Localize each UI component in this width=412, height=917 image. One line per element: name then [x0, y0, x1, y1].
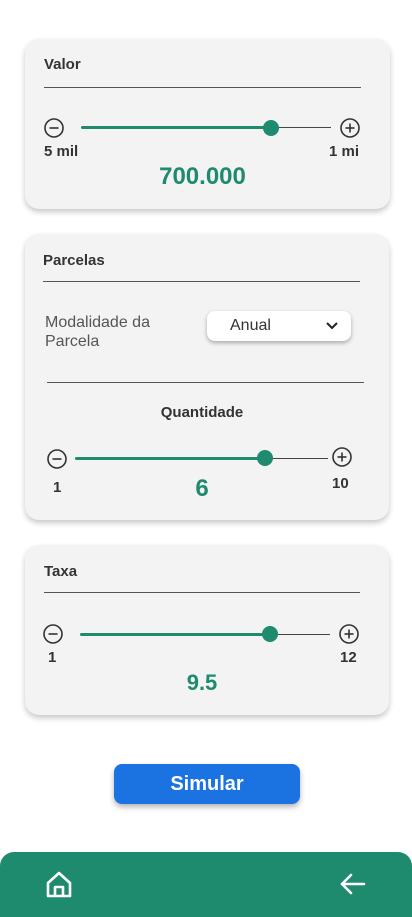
valor-decrease-icon[interactable] [43, 117, 65, 139]
quantidade-label: Quantidade [160, 404, 244, 421]
modalidade-label: Modalidade da Parcela [45, 314, 150, 350]
home-icon[interactable] [44, 869, 74, 899]
valor-slider-thumb[interactable] [263, 120, 279, 136]
valor-value: 700.000 [159, 163, 246, 190]
valor-title: Valor [44, 56, 81, 73]
valor-increase-icon[interactable] [339, 117, 361, 139]
taxa-slider-fill [80, 633, 270, 636]
quantidade-decrease-icon[interactable] [46, 448, 68, 470]
quantidade-slider-fill [75, 457, 265, 460]
parcelas-divider [43, 281, 360, 282]
valor-divider [44, 87, 361, 88]
parcelas-title: Parcelas [43, 252, 105, 269]
quantidade-value: 6 [195, 475, 209, 502]
valor-max-label: 1 mi [329, 143, 360, 160]
parcelas-card: Parcelas Modalidade da Parcela Anual Qua… [25, 234, 389, 520]
chevron-down-icon [326, 322, 338, 330]
arrow-left-icon[interactable] [338, 869, 368, 899]
modalidade-select[interactable]: Anual [207, 311, 351, 341]
valor-slider-fill [81, 126, 271, 129]
taxa-value: 9.5 [186, 670, 218, 695]
modalidade-divider [47, 382, 364, 383]
taxa-min-label: 1 [48, 649, 57, 666]
taxa-slider-thumb[interactable] [262, 626, 278, 642]
taxa-card: Taxa 1 12 9.5 [25, 545, 389, 715]
valor-card: Valor 5 mil 1 mi 700.000 [25, 39, 390, 209]
quantidade-max-label: 10 [332, 475, 349, 492]
taxa-max-label: 12 [340, 649, 357, 666]
taxa-divider [44, 592, 360, 593]
quantidade-increase-icon[interactable] [331, 446, 353, 468]
modalidade-select-value: Anual [230, 317, 271, 334]
simulate-button[interactable]: Simular [114, 764, 300, 804]
taxa-title: Taxa [44, 563, 78, 580]
taxa-increase-icon[interactable] [338, 623, 360, 645]
taxa-decrease-icon[interactable] [42, 623, 64, 645]
bottom-nav [0, 852, 412, 917]
valor-min-label: 5 mil [44, 143, 79, 160]
quantidade-min-label: 1 [53, 479, 62, 496]
quantidade-slider-thumb[interactable] [257, 450, 273, 466]
